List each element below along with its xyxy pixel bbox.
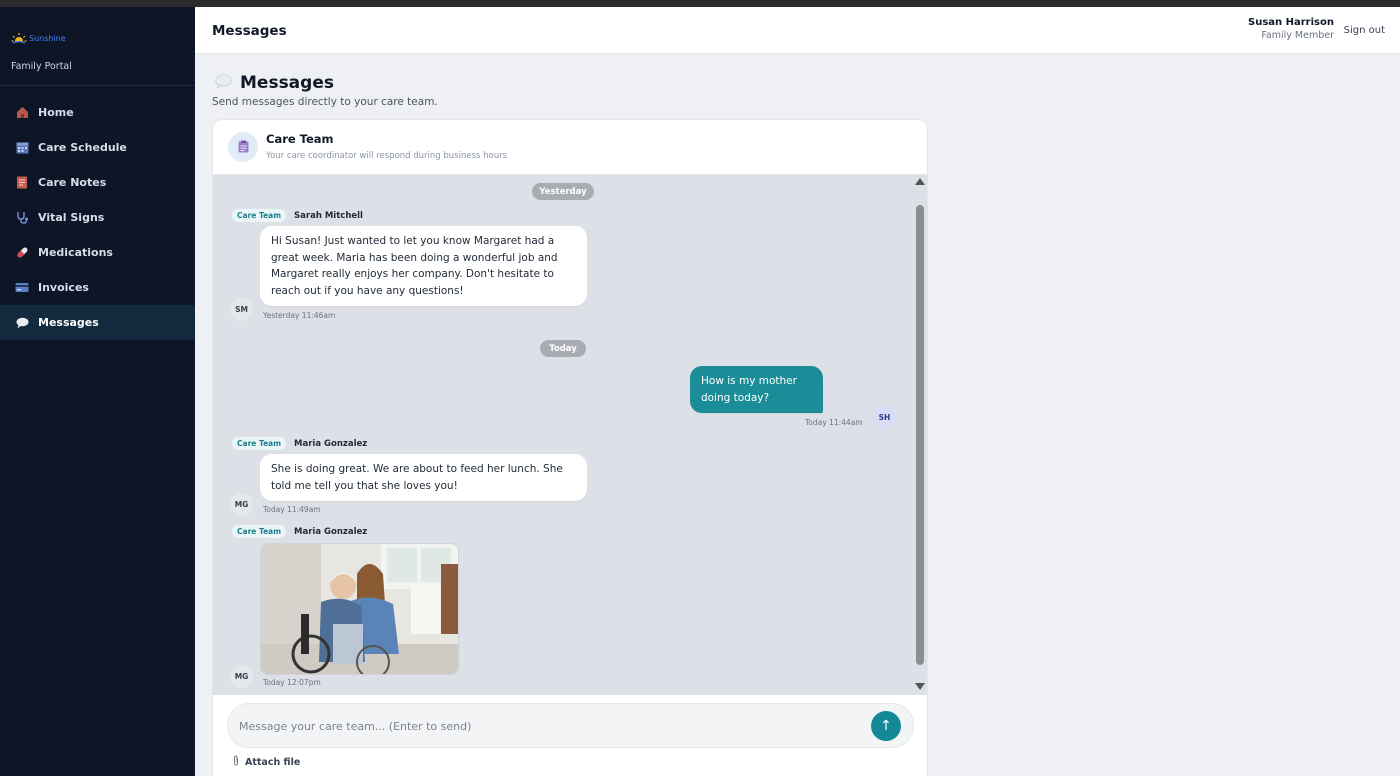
attached-photo[interactable] xyxy=(260,543,459,675)
avatar: MG xyxy=(230,493,253,516)
page-subtitle: Send messages directly to your care team… xyxy=(212,96,438,108)
credit-card-icon xyxy=(15,281,29,295)
message-timestamp: Today 11:44am xyxy=(805,418,863,427)
sender-name: Maria Gonzalez xyxy=(294,526,368,537)
page-title: Messages xyxy=(240,73,334,93)
attach-file-button[interactable]: Attach file xyxy=(233,755,300,769)
message-bubble: Hi Susan! Just wanted to let you know Ma… xyxy=(260,226,587,306)
notepad-icon xyxy=(15,176,29,190)
pill-icon xyxy=(15,246,29,260)
scroll-down-arrow-icon[interactable] xyxy=(915,683,925,690)
brand-logo[interactable]: Sunshine xyxy=(11,32,66,46)
sidebar-item-home[interactable]: Home xyxy=(0,95,195,130)
thread-scrollbar[interactable] xyxy=(913,175,927,695)
message-timestamp: Today 12:07pm xyxy=(263,678,321,687)
house-icon xyxy=(15,106,29,120)
sender-name: Maria Gonzalez xyxy=(294,438,368,449)
sidebar-nav: Home Care Schedule Care Notes Vital Sign… xyxy=(0,95,195,340)
avatar: MG xyxy=(230,665,253,688)
sidebar-item-care-notes[interactable]: Care Notes xyxy=(0,165,195,200)
care-team-badge: Care Team xyxy=(232,437,287,450)
care-team-avatar xyxy=(228,132,258,162)
conversation-subtitle: Your care coordinator will respond durin… xyxy=(266,151,508,161)
sign-out-link[interactable]: Sign out xyxy=(1344,25,1385,36)
message-timestamp: Today 11:49am xyxy=(263,505,321,514)
care-team-badge: Care Team xyxy=(232,209,287,222)
paperclip-icon xyxy=(233,755,239,769)
user-name: Susan Harrison xyxy=(1248,17,1334,28)
message-timestamp: Yesterday 11:46am xyxy=(263,311,336,320)
arrow-up-icon: ↑ xyxy=(880,718,892,734)
sidebar-item-label: Vital Signs xyxy=(38,211,105,224)
message-input[interactable] xyxy=(239,717,859,735)
page-heading: Messages xyxy=(215,73,334,93)
conversation-card: Care Team Your care coordinator will res… xyxy=(212,119,928,776)
sidebar-divider xyxy=(0,85,195,86)
sidebar-item-label: Care Notes xyxy=(38,176,107,189)
header-title: Messages xyxy=(212,23,287,39)
user-role: Family Member xyxy=(1261,30,1334,41)
message-composer: ↑ xyxy=(227,703,914,748)
scroll-thumb[interactable] xyxy=(916,205,924,665)
sidebar-item-label: Medications xyxy=(38,246,113,259)
message-bubble: She is doing great. We are about to feed… xyxy=(260,454,587,501)
stethoscope-icon xyxy=(15,211,29,225)
portal-label: Family Portal xyxy=(11,61,72,72)
speech-bubble-icon xyxy=(215,74,232,93)
message-thread[interactable]: Yesterday Care Team Sarah Mitchell Hi Su… xyxy=(213,175,927,695)
attach-file-label: Attach file xyxy=(245,756,301,768)
sidebar: Sunshine Family Portal Home Care Schedul… xyxy=(0,7,195,776)
sender-name: Sarah Mitchell xyxy=(294,210,363,221)
scroll-up-arrow-icon[interactable] xyxy=(915,178,925,185)
top-header: Messages Susan Harrison Family Member Si… xyxy=(195,7,1400,54)
sidebar-item-label: Messages xyxy=(38,316,99,329)
conversation-header: Care Team Your care coordinator will res… xyxy=(213,120,927,175)
sidebar-item-messages[interactable]: Messages xyxy=(0,305,195,340)
care-team-badge: Care Team xyxy=(232,525,287,538)
speech-bubble-icon xyxy=(15,316,29,330)
day-separator-yesterday: Yesterday xyxy=(532,183,594,200)
sidebar-item-label: Home xyxy=(38,106,74,119)
window-top-strip xyxy=(0,0,1400,7)
sidebar-item-invoices[interactable]: Invoices xyxy=(0,270,195,305)
send-button[interactable]: ↑ xyxy=(871,711,901,741)
sidebar-item-label: Care Schedule xyxy=(38,141,127,154)
day-separator-today: Today xyxy=(540,340,586,357)
avatar: SM xyxy=(230,298,253,321)
conversation-title: Care Team xyxy=(266,132,334,146)
calendar-icon xyxy=(15,141,29,155)
user-info: Susan Harrison Family Member xyxy=(1248,17,1334,41)
sidebar-item-label: Invoices xyxy=(38,281,89,294)
sun-logo-icon xyxy=(11,33,27,46)
outgoing-message-bubble: How is my mother doing today? xyxy=(690,366,823,413)
message-meta: Care Team Maria Gonzalez xyxy=(232,525,367,538)
clipboard-icon xyxy=(238,138,249,157)
logo-text: Sunshine xyxy=(29,34,66,43)
sidebar-item-vital-signs[interactable]: Vital Signs xyxy=(0,200,195,235)
message-meta: Care Team Maria Gonzalez xyxy=(232,437,367,450)
sidebar-item-care-schedule[interactable]: Care Schedule xyxy=(0,130,195,165)
sidebar-item-medications[interactable]: Medications xyxy=(0,235,195,270)
avatar: SH xyxy=(873,406,896,429)
message-meta: Care Team Sarah Mitchell xyxy=(232,209,363,222)
